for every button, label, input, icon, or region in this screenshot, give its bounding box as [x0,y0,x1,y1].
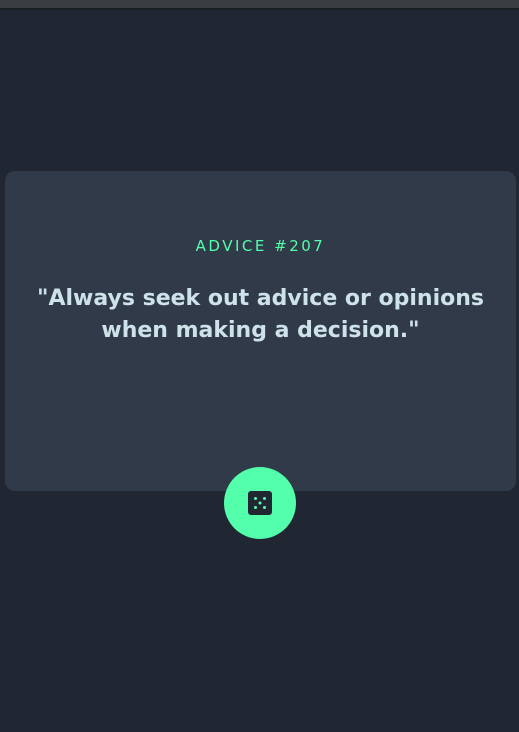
advice-number: ADVICE #207 [195,237,326,255]
generate-advice-button[interactable] [224,467,296,539]
advice-card: ADVICE #207 "Always seek out advice or o… [5,171,516,491]
advice-quote: "Always seek out advice or opinions when… [37,286,484,343]
browser-top-bar [0,0,519,10]
dice-icon [248,491,272,515]
